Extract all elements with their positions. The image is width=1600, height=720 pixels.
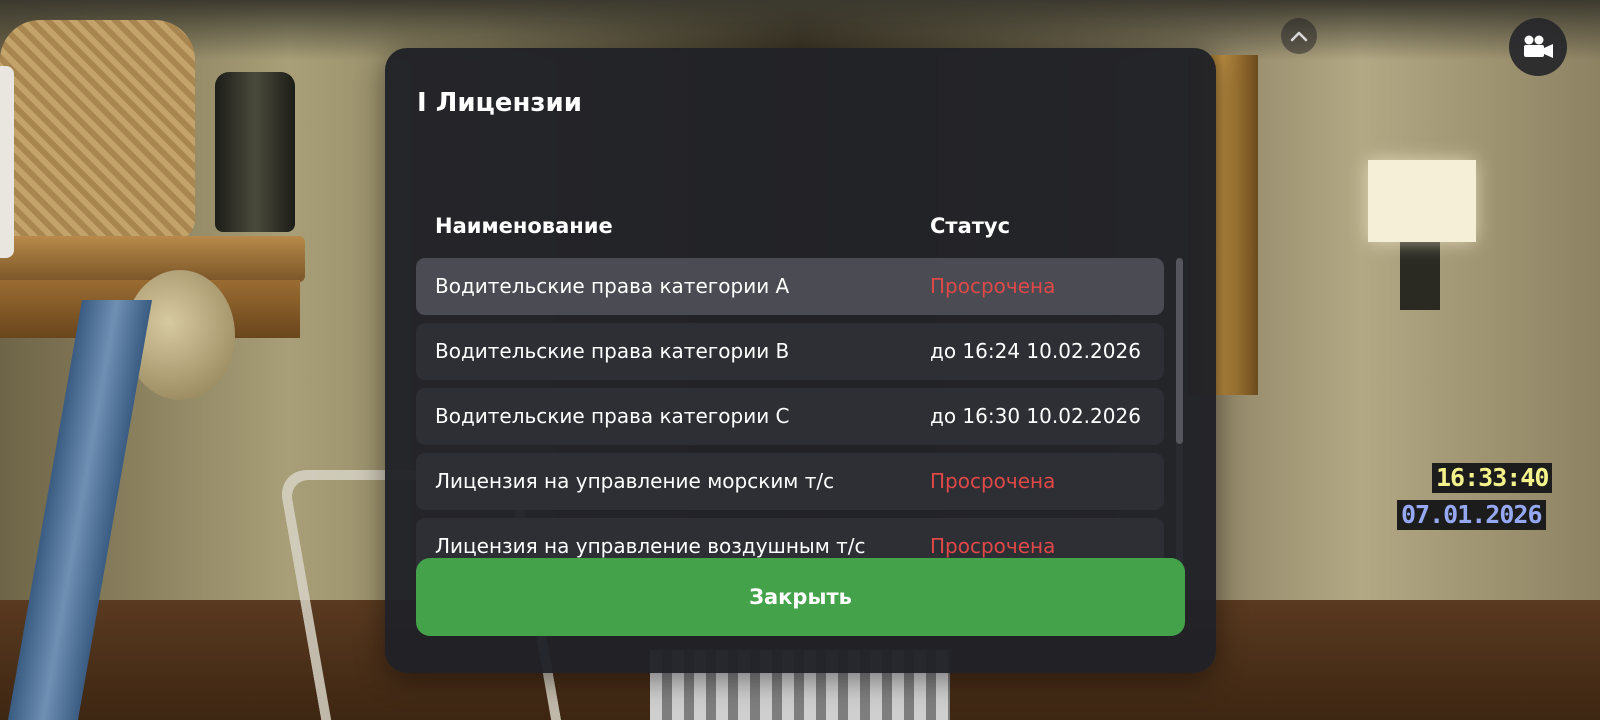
column-header-name: Наименование (435, 214, 613, 238)
license-name: Лицензия на управление морским т/с (435, 469, 835, 493)
license-name: Водительские права категории B (435, 339, 790, 363)
close-button[interactable]: Закрыть (416, 558, 1185, 636)
column-header-status: Статус (930, 214, 1011, 238)
hud-date: 07.01.2026 (1397, 500, 1546, 530)
wall-shelf (0, 236, 305, 282)
license-row[interactable]: Водительские права категории А Просрочен… (416, 258, 1164, 315)
wicker-basket (0, 20, 195, 240)
licenses-dialog: I Лицензии Наименование Статус Водительс… (385, 48, 1216, 673)
collapse-button[interactable] (1281, 18, 1317, 54)
license-row[interactable]: Водительские права категории C до 16:30 … (416, 388, 1164, 445)
chevron-up-icon (1290, 31, 1308, 42)
wall-lamp-shade (1368, 160, 1476, 242)
license-status: до 16:24 10.02.2026 (930, 339, 1141, 363)
left-edge-tab[interactable] (0, 66, 14, 258)
license-status: Просрочена (930, 469, 1056, 493)
wall-lamp-arm (1400, 240, 1440, 310)
dialog-title: I Лицензии (417, 88, 582, 118)
video-camera-icon (1524, 35, 1553, 58)
license-name: Водительские права категории C (435, 404, 790, 428)
camera-button[interactable] (1509, 18, 1567, 76)
hud-time: 16:33:40 (1432, 463, 1553, 493)
license-row[interactable]: Лицензия на управление морским т/с Проср… (416, 453, 1164, 510)
scrollbar-thumb[interactable] (1176, 258, 1183, 444)
license-status: до 16:30 10.02.2026 (930, 404, 1141, 428)
list-scrollbar[interactable] (1176, 258, 1183, 570)
oil-lantern (215, 72, 295, 232)
licenses-list[interactable]: Водительские права категории А Просрочен… (416, 258, 1164, 570)
license-status: Просрочена (930, 274, 1056, 298)
license-name: Водительские права категории А (435, 274, 790, 298)
license-row[interactable]: Водительские права категории B до 16:24 … (416, 323, 1164, 380)
